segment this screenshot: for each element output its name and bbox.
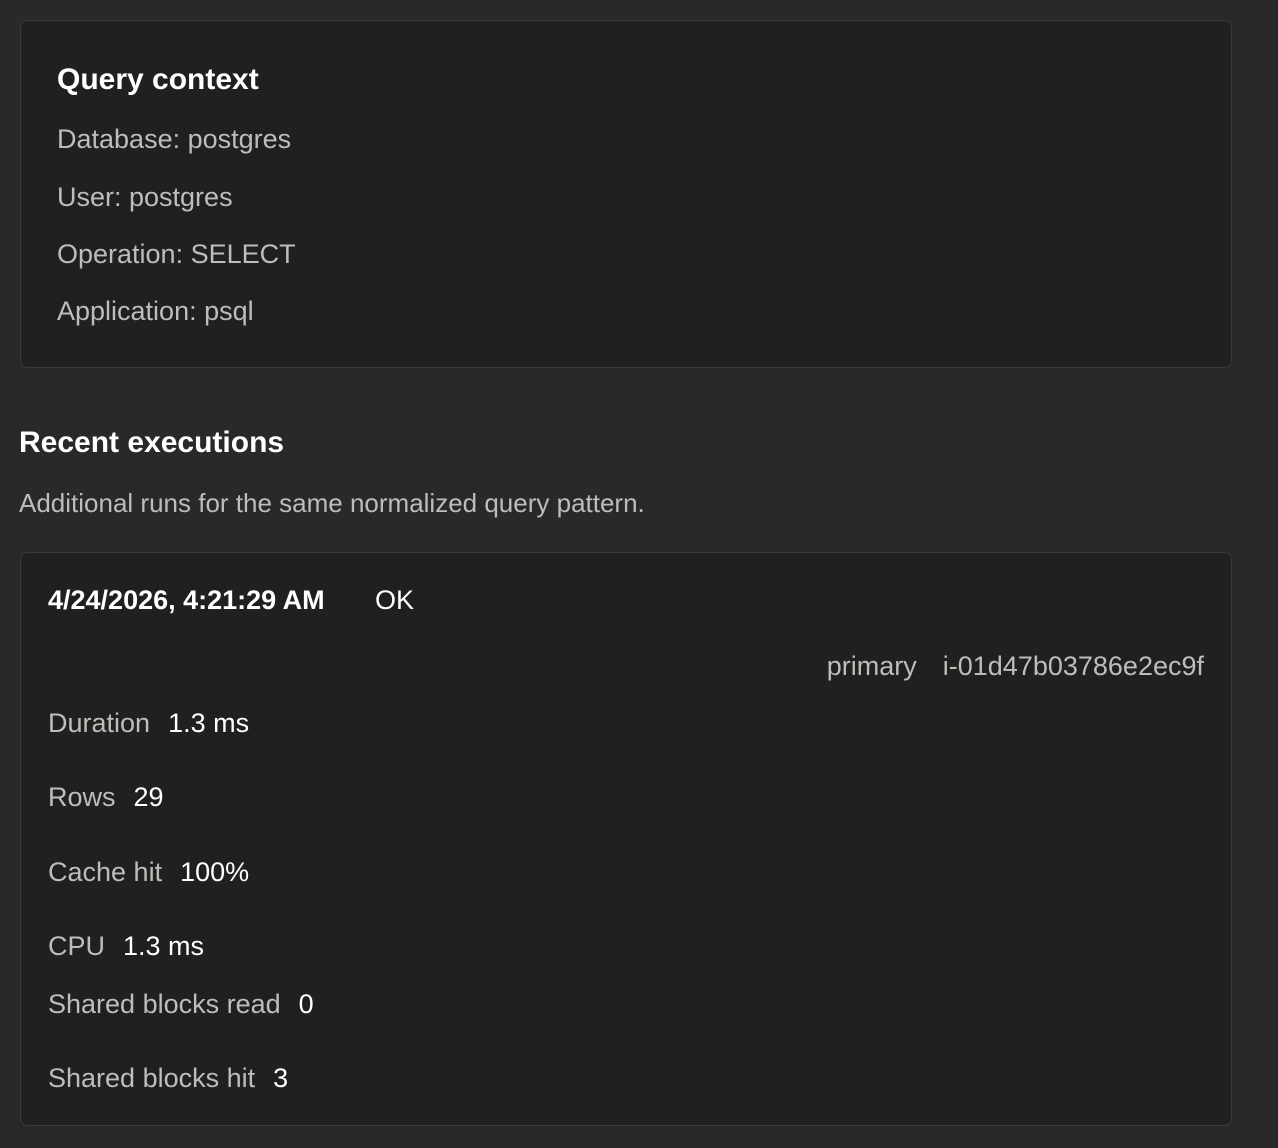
execution-status: OK xyxy=(375,585,415,615)
metric-shared-blocks-hit: Shared blocks hit 3 xyxy=(48,1063,288,1094)
metric-cache-hit: Cache hit 100% xyxy=(48,857,249,888)
metric-label: Shared blocks hit xyxy=(48,1063,256,1093)
query-context-card: Query context Database: postgres User: p… xyxy=(20,20,1232,368)
metric-value: 1.3 ms xyxy=(123,931,205,961)
metric-value: 100% xyxy=(180,857,250,887)
execution-card[interactable]: 4/24/2026, 4:21:29 AM OK primary i-01d47… xyxy=(20,552,1232,1126)
metric-cpu: CPU 1.3 ms xyxy=(48,931,204,962)
operation-info: Operation: SELECT xyxy=(57,239,296,269)
metric-duration: Duration 1.3 ms xyxy=(48,708,249,739)
metric-value: 29 xyxy=(133,782,164,812)
metric-shared-blocks-read: Shared blocks read 0 xyxy=(48,989,314,1020)
metric-label: CPU xyxy=(48,931,106,961)
metric-value: 0 xyxy=(298,989,314,1019)
recent-executions-description: Additional runs for the same normalized … xyxy=(19,488,645,518)
execution-meta: primary i-01d47b03786e2ec9f xyxy=(827,651,1204,682)
metric-value: 1.3 ms xyxy=(168,708,250,738)
metric-label: Duration xyxy=(48,708,151,738)
user-info: User: postgres xyxy=(57,182,233,212)
metric-rows: Rows 29 xyxy=(48,782,164,813)
recent-executions-title: Recent executions xyxy=(19,426,285,459)
database-info: Database: postgres xyxy=(57,124,292,154)
instance-id: i-01d47b03786e2ec9f xyxy=(942,651,1204,681)
metric-label: Cache hit xyxy=(48,857,163,887)
application-info: Application: psql xyxy=(57,296,254,326)
instance-role: primary xyxy=(826,651,917,681)
execution-timestamp: 4/24/2026, 4:21:29 AM xyxy=(48,585,325,615)
metric-label: Rows xyxy=(48,782,116,812)
metric-value: 3 xyxy=(273,1063,289,1093)
query-context-title: Query context xyxy=(57,63,259,96)
metric-label: Shared blocks read xyxy=(48,989,281,1019)
